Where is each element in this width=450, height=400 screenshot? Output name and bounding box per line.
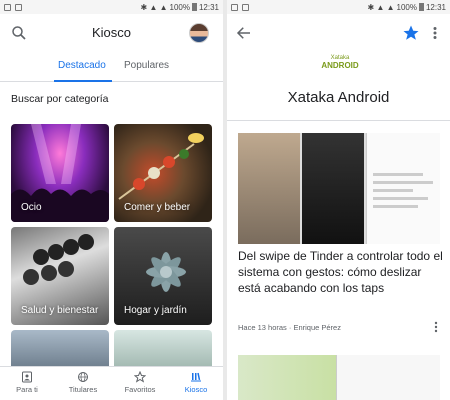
kiosco-screen: ✱ ▲ ▲ 100% 12:31 Kiosco Destacado Popula… <box>0 0 223 400</box>
tab-populares[interactable]: Populares <box>124 60 169 71</box>
category-label: Comer y beber <box>124 202 191 213</box>
notification-icon <box>231 3 238 11</box>
signal-icons: ✱ ▲ ▲ <box>367 2 395 12</box>
avatar[interactable] <box>189 23 209 43</box>
bottom-navigation: Para ti Titulares Favoritos Kiosco <box>0 366 223 400</box>
nav-label: Favoritos <box>124 385 156 394</box>
article-more-icon[interactable] <box>432 321 440 333</box>
nav-label: Kiosco <box>184 385 208 394</box>
category-tile-comer-y-beber[interactable]: Comer y beber <box>114 124 212 222</box>
app-bar: Kiosco <box>0 14 223 52</box>
back-arrow-icon[interactable] <box>235 24 253 42</box>
category-label: Hogar y jardín <box>124 305 187 316</box>
nav-label: Para ti <box>16 385 38 394</box>
star-filled-icon[interactable] <box>402 24 420 42</box>
image-notification-icon <box>242 3 249 11</box>
nav-label: Titulares <box>68 385 98 394</box>
category-tile-hogar-y-jardin[interactable]: Hogar y jardín <box>114 227 212 325</box>
battery-icon <box>191 3 197 11</box>
app-bar <box>227 14 450 52</box>
article-meta: Hace 13 horas · Enrique Pérez <box>238 323 341 332</box>
category-tile-partial[interactable] <box>11 330 109 370</box>
tab-bar: Destacado Populares <box>0 52 223 82</box>
signal-icons: ✱ ▲ ▲ <box>140 2 168 12</box>
category-tile-partial[interactable] <box>114 330 212 370</box>
category-tile-salud-y-bienestar[interactable]: Salud y bienestar <box>11 227 109 325</box>
battery-percent: 100% <box>169 2 190 12</box>
nav-favoritos[interactable]: Favoritos <box>115 371 165 394</box>
nav-titulares[interactable]: Titulares <box>58 371 108 394</box>
globe-icon <box>78 372 88 382</box>
category-tile-ocio[interactable]: Ocio <box>11 124 109 222</box>
next-card-panel <box>336 355 440 400</box>
hero-photo-panel <box>238 133 300 244</box>
star-outline-icon <box>134 371 146 383</box>
person-icon <box>22 371 32 383</box>
divider <box>227 120 450 121</box>
status-bar: ✱ ▲ ▲ 100% 12:31 <box>227 0 450 14</box>
hero-screenshot-panel <box>366 133 440 244</box>
image-notification-icon <box>15 3 22 11</box>
nav-kiosco[interactable]: Kiosco <box>171 371 221 394</box>
notification-icon <box>4 3 11 11</box>
section-heading: Buscar por categoría <box>11 93 109 105</box>
publication-logo: Xataka ANDROID <box>317 55 363 70</box>
clock: 12:31 <box>198 2 219 12</box>
tab-destacado[interactable]: Destacado <box>58 60 106 71</box>
newsstand-icon <box>191 372 201 382</box>
category-label: Ocio <box>21 202 42 213</box>
category-label: Salud y bienestar <box>21 305 99 316</box>
article-title[interactable]: Del swipe de Tinder a controlar todo el … <box>238 249 444 297</box>
article-hero-image[interactable] <box>238 133 440 244</box>
battery-icon <box>418 3 424 11</box>
battery-percent: 100% <box>396 2 417 12</box>
clock: 12:31 <box>425 2 446 12</box>
nav-para-ti[interactable]: Para ti <box>2 371 52 394</box>
screenshot-root: ✱ ▲ ▲ 100% 12:31 Kiosco Destacado Popula… <box>0 0 450 400</box>
active-tab-indicator <box>54 80 112 82</box>
next-article-card[interactable] <box>238 355 440 400</box>
publication-name: Xataka Android <box>287 89 390 106</box>
hero-photo-panel <box>302 133 364 244</box>
logo-accent: ANDROID <box>321 60 359 70</box>
publication-screen: ✱ ▲ ▲ 100% 12:31 Xataka ANDROID Xataka A… <box>227 0 450 400</box>
more-vert-icon[interactable] <box>430 24 440 42</box>
status-bar: ✱ ▲ ▲ 100% 12:31 <box>0 0 223 14</box>
